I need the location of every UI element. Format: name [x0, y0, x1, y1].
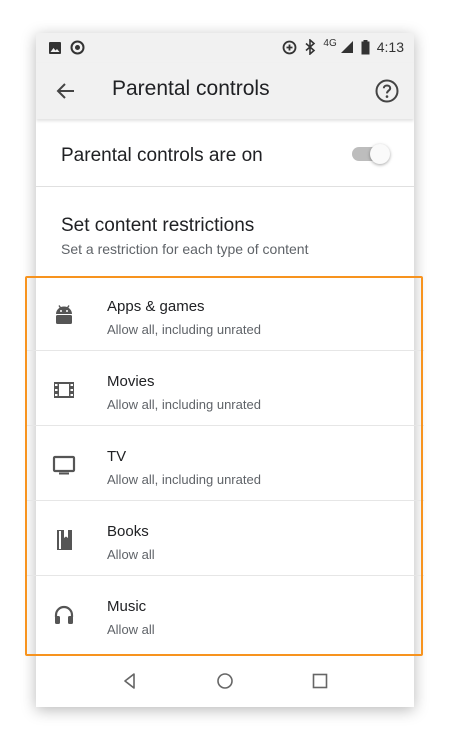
category-value: Allow all [107, 547, 155, 562]
parental-controls-switch[interactable] [352, 144, 390, 164]
image-icon [49, 41, 61, 54]
category-name: Books [107, 523, 149, 540]
category-value: Allow all, including unrated [107, 322, 261, 337]
parental-controls-toggle-row[interactable]: Parental controls are on [36, 122, 414, 187]
restrictions-title: Set content restrictions [61, 215, 255, 236]
status-bar: 4G 4:13 [36, 33, 414, 63]
category-music[interactable]: Music Allow all [26, 576, 424, 650]
category-movies[interactable]: Movies Allow all, including unrated [26, 351, 424, 426]
category-tv[interactable]: TV Allow all, including unrated [26, 426, 424, 501]
page-title: Parental controls [112, 77, 270, 100]
restrictions-subtitle: Set a restriction for each type of conte… [61, 241, 309, 257]
arrow-back-icon[interactable] [54, 79, 78, 103]
category-name: Music [107, 598, 147, 615]
data-saver-plus-icon [283, 40, 297, 54]
category-name: Apps & games [107, 298, 205, 315]
signal-icon [340, 41, 353, 53]
data-saver-icon [70, 40, 85, 55]
content-categories-list: Apps & games Allow all, including unrate… [26, 276, 424, 656]
bluetooth-icon [305, 39, 316, 55]
category-books[interactable]: Books Allow all [26, 501, 424, 576]
clock: 4:13 [376, 39, 404, 55]
film-icon [54, 382, 74, 398]
network-type: 4G [323, 37, 337, 49]
app-bar: Parental controls [36, 63, 414, 119]
category-value: Allow all, including unrated [107, 472, 261, 487]
category-name: TV [107, 448, 127, 465]
category-value: Allow all, including unrated [107, 397, 261, 412]
switch-knob [370, 144, 390, 164]
book-icon [57, 530, 72, 550]
headphones-icon [54, 605, 74, 624]
android-icon [56, 305, 72, 324]
recents-square-icon[interactable] [309, 670, 331, 692]
home-circle-icon[interactable] [214, 670, 236, 692]
category-name: Movies [107, 373, 155, 390]
help-icon[interactable] [374, 78, 400, 104]
content-restrictions-header: Set content restrictions Set a restricti… [36, 187, 414, 277]
category-apps-games[interactable]: Apps & games Allow all, including unrate… [26, 276, 424, 351]
toggle-label: Parental controls are on [61, 145, 263, 166]
back-triangle-icon[interactable] [119, 670, 141, 692]
navigation-bar [36, 657, 414, 707]
tv-icon [52, 455, 76, 475]
category-value: Allow all [107, 622, 155, 637]
battery-icon [361, 39, 370, 54]
